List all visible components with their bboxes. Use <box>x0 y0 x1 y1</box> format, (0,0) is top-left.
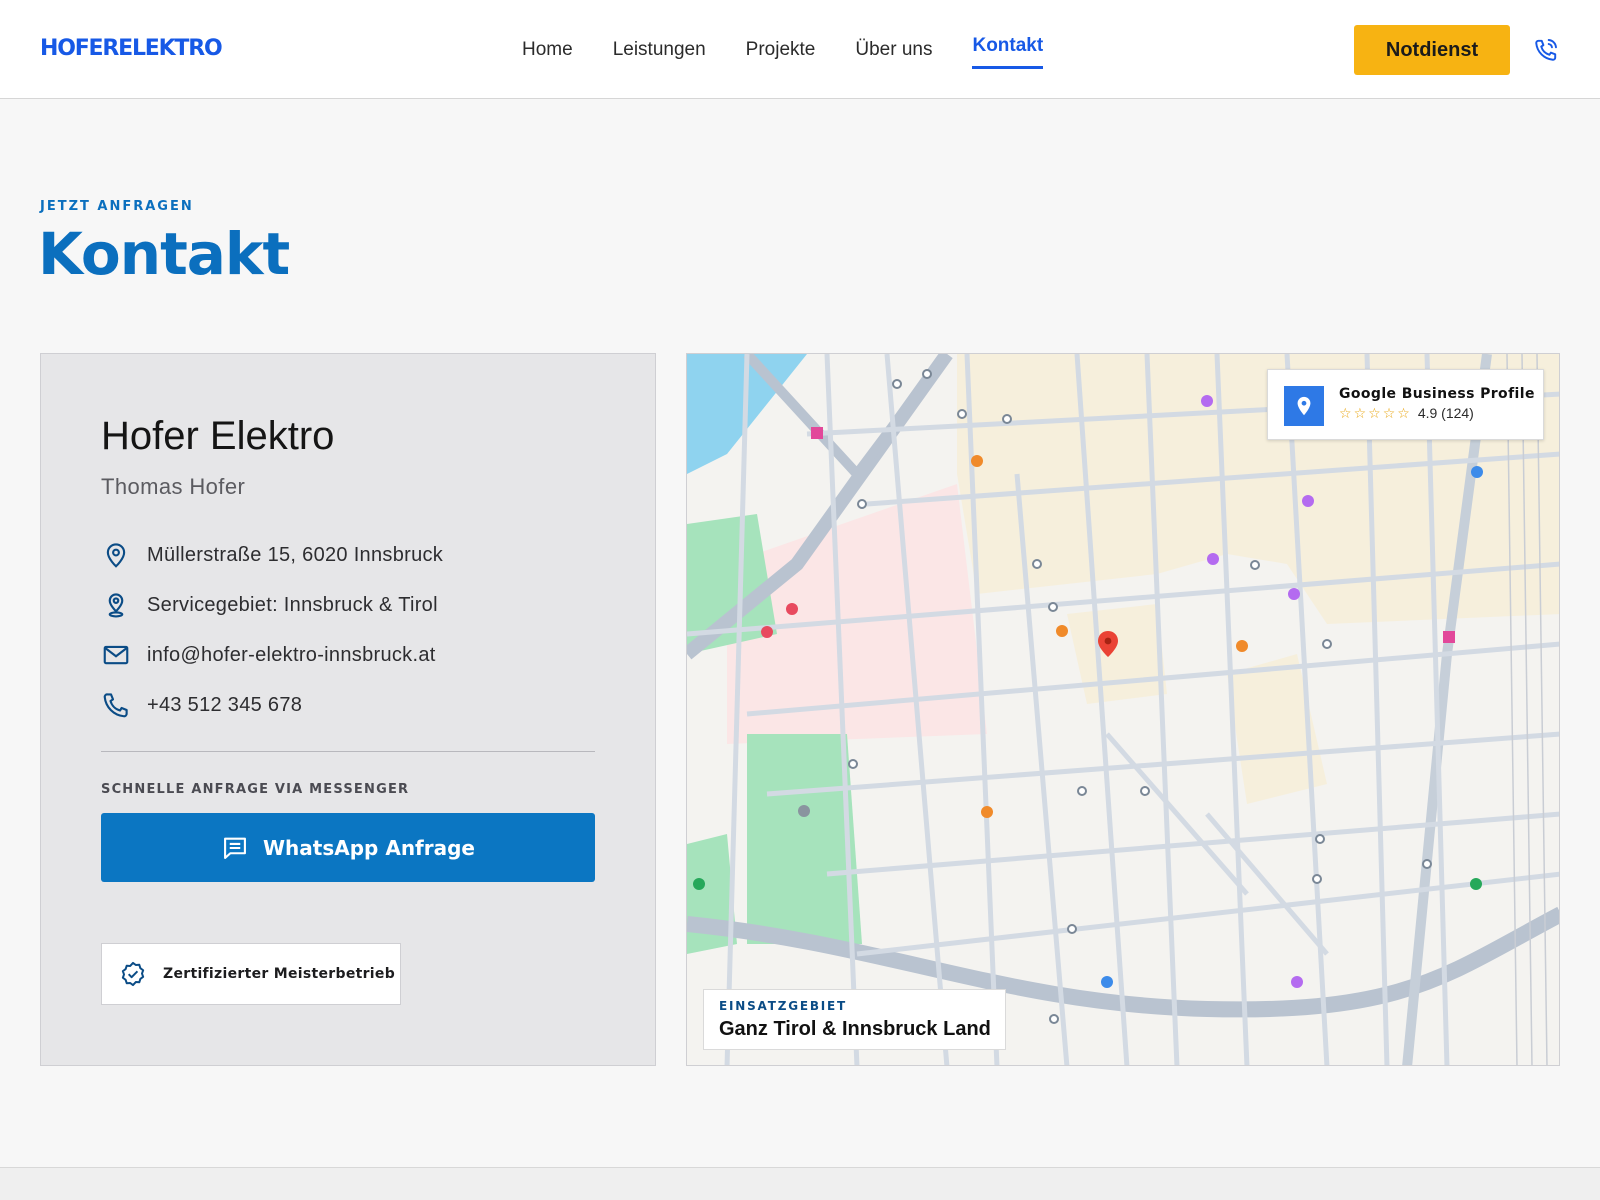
nav-leistungen[interactable]: Leistungen <box>613 0 706 69</box>
map-pin-icon <box>1284 386 1324 426</box>
whatsapp-label: WhatsApp Anfrage <box>263 835 475 860</box>
section-eyebrow: JETZT ANFRAGEN <box>40 199 194 214</box>
phone-icon <box>103 693 128 718</box>
address-row: Müllerstraße 15, 6020 Innsbruck <box>101 540 443 570</box>
footer <box>0 1168 1600 1200</box>
company-name: Hofer Elektro <box>101 414 335 458</box>
messenger-label: SCHNELLE ANFRAGE VIA MESSENGER <box>101 782 410 797</box>
star-icon: ☆ <box>1382 405 1396 421</box>
rating-row: ☆ ☆ ☆ ☆ ☆ 4.9 (124) <box>1339 405 1474 421</box>
star-icon: ☆ <box>1353 405 1367 421</box>
phone-row: +43 512 345 678 <box>101 690 302 720</box>
profile-title: Google Business Profile <box>1339 386 1535 402</box>
whatsapp-button[interactable]: WhatsApp Anfrage <box>101 813 595 882</box>
service-area-map[interactable]: Google Business Profile ☆ ☆ ☆ ☆ ☆ 4.9 (1… <box>686 353 1560 1066</box>
emergency-button[interactable]: Notdienst <box>1354 25 1510 75</box>
email-row: info@hofer-elektro-innsbruck.at <box>101 640 436 670</box>
phone-link[interactable]: +43 512 345 678 <box>147 694 302 717</box>
email-link[interactable]: info@hofer-elektro-innsbruck.at <box>147 644 436 667</box>
service-area-pin-icon <box>108 593 124 618</box>
verified-badge-icon <box>121 961 145 987</box>
service-area-label: EINSATZGEBIET <box>719 999 848 1013</box>
page-title: Kontakt <box>38 220 290 288</box>
site-logo[interactable]: HOFERELEKTRO <box>40 36 223 61</box>
business-profile-card[interactable]: Google Business Profile ☆ ☆ ☆ ☆ ☆ 4.9 (1… <box>1267 369 1544 440</box>
service-area-text: Servicegebiet: Innsbruck & Tirol <box>147 593 438 616</box>
nav-home[interactable]: Home <box>522 0 573 69</box>
mail-icon <box>103 645 129 665</box>
star-icon: ☆ <box>1368 405 1381 421</box>
service-area-row: Servicegebiet: Innsbruck & Tirol <box>101 590 438 620</box>
nav-kontakt[interactable]: Kontakt <box>972 0 1044 69</box>
contact-card: Hofer Elektro Thomas Hofer Müllerstraße … <box>40 353 656 1066</box>
service-area-overlay: EINSATZGEBIET Ganz Tirol & Innsbruck Lan… <box>703 989 1006 1050</box>
address-text: Müllerstraße 15, 6020 Innsbruck <box>147 543 444 566</box>
rating-text: 4.9 (124) <box>1417 405 1474 421</box>
nav-ueber-uns[interactable]: Über uns <box>855 0 932 69</box>
star-icon: ☆ <box>1339 405 1352 421</box>
star-icon: ☆ <box>1397 405 1410 421</box>
certified-badge: Zertifizierter Meisterbetrieb <box>101 943 401 1005</box>
nav-projekte[interactable]: Projekte <box>746 0 816 69</box>
badge-label: Zertifizierter Meisterbetrieb <box>163 966 396 982</box>
chat-icon <box>224 837 246 859</box>
contact-person: Thomas Hofer <box>101 474 246 499</box>
phone-ring-icon[interactable] <box>1533 37 1559 63</box>
map-tiles[interactable] <box>687 354 1560 1066</box>
service-area-value: Ganz Tirol & Innsbruck Land <box>719 1018 991 1040</box>
site-header: HOFERELEKTRO Home Leistungen Projekte Üb… <box>0 0 1600 99</box>
card-divider <box>101 751 595 752</box>
main-nav: Home Leistungen Projekte Über uns Kontak… <box>522 0 1044 99</box>
location-pin-icon <box>106 543 126 568</box>
